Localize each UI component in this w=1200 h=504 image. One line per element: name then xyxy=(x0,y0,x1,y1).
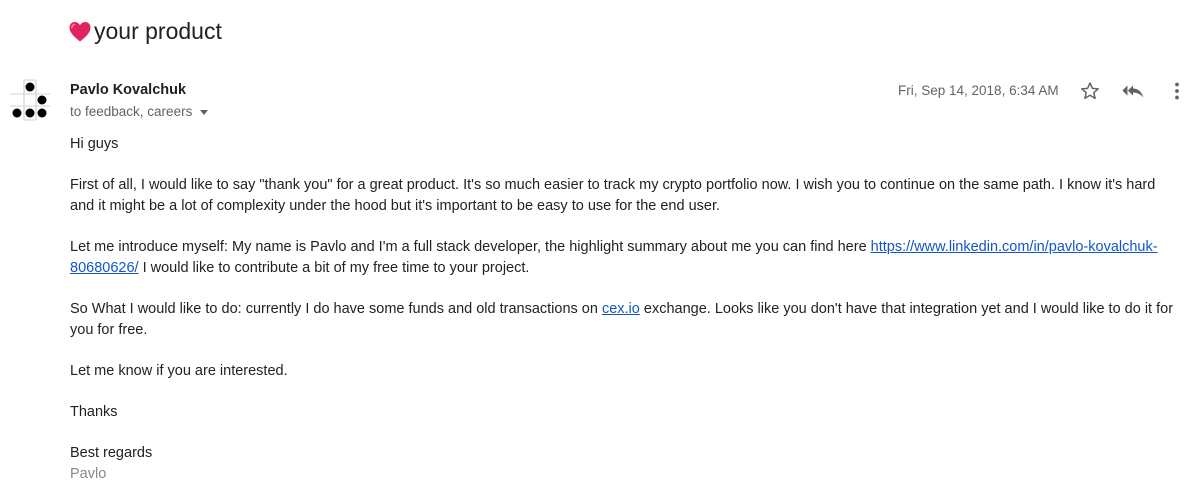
cexio-link[interactable]: cex.io xyxy=(602,301,640,317)
sender-name[interactable]: Pavlo Kovalchuk xyxy=(70,82,186,98)
closing: Best regards xyxy=(70,445,153,461)
recipients: to feedback, careers xyxy=(70,104,209,119)
more-options-button[interactable] xyxy=(1165,79,1189,103)
subject-text: your product xyxy=(94,18,222,44)
paragraph-thanks: First of all, I would like to say "thank… xyxy=(70,177,1156,214)
star-button[interactable] xyxy=(1078,79,1102,103)
message-body: Hi guys First of all, I would like to sa… xyxy=(70,134,1180,485)
email-subject: your product xyxy=(68,18,222,45)
avatar[interactable] xyxy=(8,78,52,122)
message-date: Fri, Sep 14, 2018, 6:34 AM xyxy=(898,83,1059,98)
intro-text-end: I would like to contribute a bit of my f… xyxy=(138,260,530,276)
reply-all-icon xyxy=(1122,85,1144,98)
star-icon xyxy=(1081,82,1099,100)
paragraph-intro: Let me introduce myself: My name is Pavl… xyxy=(70,237,1180,279)
paragraph-thanks-short: Thanks xyxy=(70,404,118,420)
more-vert-icon xyxy=(1175,82,1179,100)
paragraph-proposal: So What I would like to do: currently I … xyxy=(70,299,1180,341)
recipients-text: to feedback, careers xyxy=(70,104,193,119)
chevron-down-icon[interactable] xyxy=(200,110,209,115)
reply-all-button[interactable] xyxy=(1121,79,1145,103)
signature: Pavlo xyxy=(70,466,107,482)
heart-icon xyxy=(69,21,91,41)
greeting: Hi guys xyxy=(70,136,119,152)
intro-text: Let me introduce myself: My name is Pavl… xyxy=(70,239,871,255)
paragraph-interest: Let me know if you are interested. xyxy=(70,363,288,379)
proposal-text: So What I would like to do: currently I … xyxy=(70,301,602,317)
